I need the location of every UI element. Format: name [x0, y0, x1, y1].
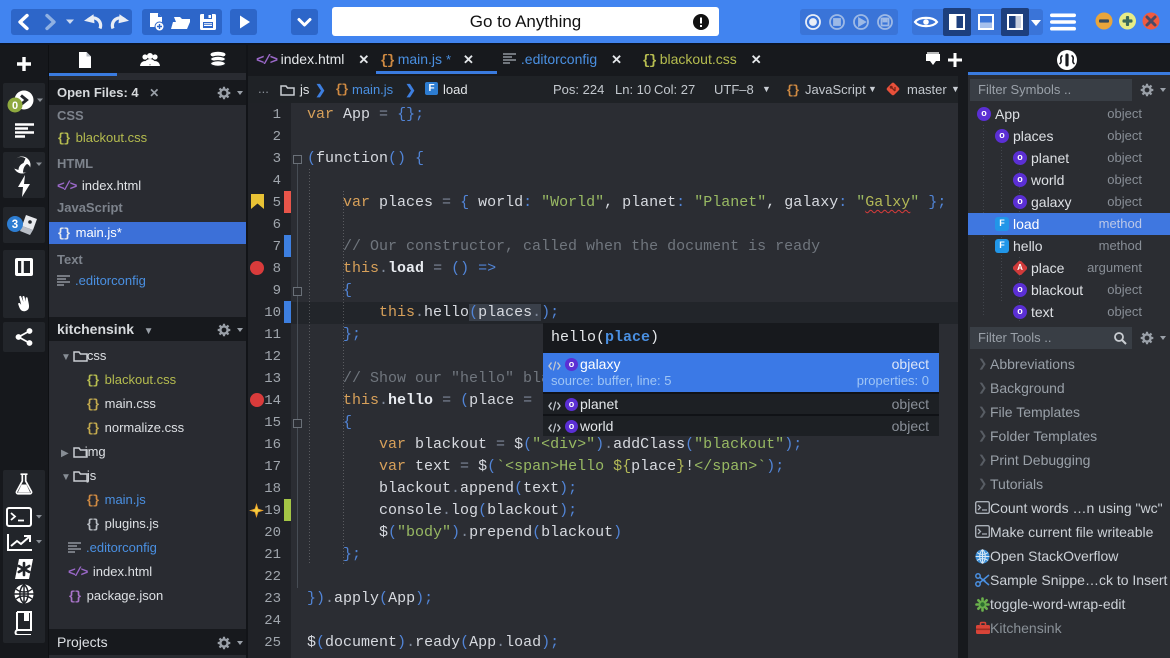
svg-text:3: 3: [12, 219, 18, 231]
svg-text:0: 0: [12, 100, 18, 112]
